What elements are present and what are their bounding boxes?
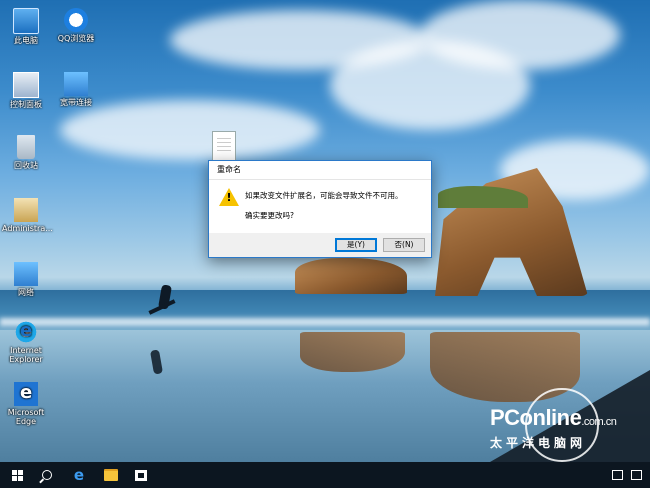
rename-confirm-dialog: 重命名 ! 如果改变文件扩展名，可能会导致文件不可用。 确实要更改吗? 是(Y)… xyxy=(208,160,432,258)
taskbar: e xyxy=(0,462,650,488)
edge-icon xyxy=(14,382,38,406)
desktop-icon-label: Microsoft Edge xyxy=(7,408,45,426)
desktop-icon-label: Administra... xyxy=(2,224,53,233)
internet-explorer-icon xyxy=(14,320,38,344)
user-folder-icon xyxy=(14,198,38,222)
start-button[interactable] xyxy=(2,462,32,488)
file-explorer-icon xyxy=(104,469,118,481)
desktop-icon-label: 网络 xyxy=(18,288,34,297)
computer-icon xyxy=(13,8,39,34)
control-panel-icon xyxy=(13,72,39,98)
search-icon xyxy=(42,470,52,480)
edge-icon: e xyxy=(73,466,85,484)
desktop-icon-microsoft-edge[interactable]: Microsoft Edge xyxy=(2,382,50,426)
warning-exclamation: ! xyxy=(226,191,232,204)
watermark-brand: PConline.com.cn xyxy=(490,405,617,431)
no-button[interactable]: 否(N) xyxy=(383,238,425,252)
network-tray-icon[interactable] xyxy=(612,470,623,480)
qq-browser-icon xyxy=(64,8,88,32)
desktop-icon-label: QQ浏览器 xyxy=(57,34,95,43)
yes-button[interactable]: 是(Y) xyxy=(335,238,377,252)
document-file-icon[interactable] xyxy=(212,131,236,161)
dialog-message: 如果改变文件扩展名，可能会导致文件不可用。 xyxy=(245,191,403,200)
search-button[interactable] xyxy=(32,462,62,488)
desktop-icon-internet-explorer[interactable]: Internet Explorer xyxy=(2,320,50,364)
desktop-icon-label: 此电脑 xyxy=(14,36,38,45)
dialog-body: ! 如果改变文件扩展名，可能会导致文件不可用。 确实要更改吗? xyxy=(209,180,431,232)
network-connection-icon xyxy=(64,72,88,96)
desktop-icon-control-panel[interactable]: 控制面板 xyxy=(2,72,50,109)
network-icon xyxy=(14,262,38,286)
desktop-icon-administrator[interactable]: Administra... xyxy=(2,198,53,233)
desktop-icon-qq-browser[interactable]: QQ浏览器 xyxy=(52,8,100,43)
desktop-icon-label: 回收站 xyxy=(14,161,38,170)
recycle-bin-icon xyxy=(17,135,35,159)
desktop-icon-network-map[interactable]: 宽带连接 xyxy=(52,72,100,107)
desktop-icon-recycle-bin[interactable]: 回收站 xyxy=(2,135,50,170)
taskbar-file-explorer[interactable] xyxy=(96,462,126,488)
dialog-question: 确实要更改吗? xyxy=(245,211,294,220)
windows-start-icon xyxy=(11,469,23,481)
taskbar-edge[interactable]: e xyxy=(64,462,94,488)
desktop-icon-network[interactable]: 网络 xyxy=(2,262,50,297)
watermark-brand-suffix: .com.cn xyxy=(581,416,617,428)
watermark-subtitle: 太平洋电脑网 xyxy=(490,436,587,450)
volume-tray-icon[interactable] xyxy=(631,470,642,480)
taskbar-store[interactable] xyxy=(126,462,156,488)
store-icon xyxy=(135,469,147,481)
desktop-icon-label: 控制面板 xyxy=(10,100,42,109)
system-tray xyxy=(612,462,642,488)
desktop-icon-this-pc[interactable]: 此电脑 xyxy=(2,8,50,45)
dialog-title[interactable]: 重命名 xyxy=(209,161,431,180)
desktop-icon-label: 宽带连接 xyxy=(60,98,92,107)
dialog-footer: 是(Y) 否(N) xyxy=(209,233,431,257)
desktop-icon-label: Internet Explorer xyxy=(9,346,43,364)
watermark-brand-name: PConline xyxy=(490,405,582,430)
